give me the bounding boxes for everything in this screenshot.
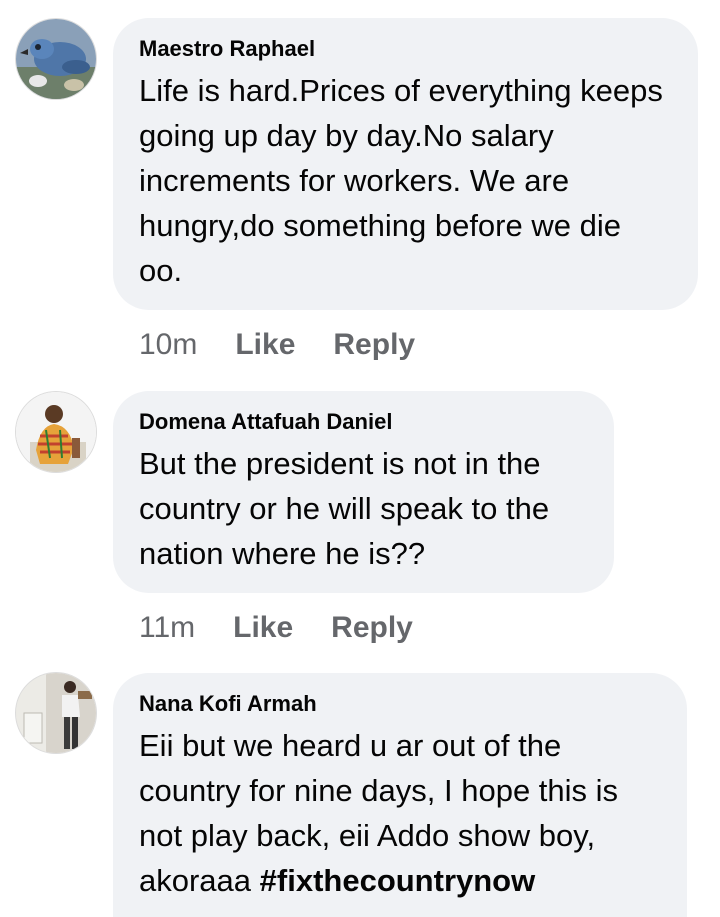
avatar[interactable]: [16, 392, 96, 472]
comment-text: Life is hard.Prices of everything keeps …: [139, 73, 663, 288]
comment-bubble: Maestro Raphael Life is hard.Prices of e…: [113, 18, 698, 310]
comment-author[interactable]: Maestro Raphael: [139, 36, 672, 62]
comment-text: But the president is not in the country …: [139, 446, 550, 571]
avatar-man-standing-photo: [16, 673, 96, 753]
comment-bubble: Domena Attafuah Daniel But the president…: [113, 391, 614, 593]
like-button[interactable]: Like: [233, 610, 293, 646]
comment-author[interactable]: Domena Attafuah Daniel: [139, 409, 588, 435]
comment-author[interactable]: Nana Kofi Armah: [139, 691, 661, 717]
comment-actions: 10m Like Reply: [139, 327, 415, 363]
reply-button[interactable]: Reply: [333, 327, 415, 363]
avatar-parrot-photo: [16, 19, 96, 99]
comment-timestamp[interactable]: 10m: [139, 327, 197, 363]
avatar-man-kente-photo: [16, 392, 96, 472]
hashtag-link[interactable]: #fixthecountrynow: [260, 863, 536, 898]
reply-button[interactable]: Reply: [331, 610, 413, 646]
avatar[interactable]: [16, 19, 96, 99]
comment-bubble: Nana Kofi Armah Eii but we heard u ar ou…: [113, 673, 687, 917]
avatar[interactable]: [16, 673, 96, 753]
comment-actions: 11m Like Reply: [139, 610, 413, 646]
comment-timestamp[interactable]: 11m: [139, 610, 195, 646]
comment-text: Eii but we heard u ar out of the country…: [139, 723, 661, 903]
like-button[interactable]: Like: [235, 327, 295, 363]
